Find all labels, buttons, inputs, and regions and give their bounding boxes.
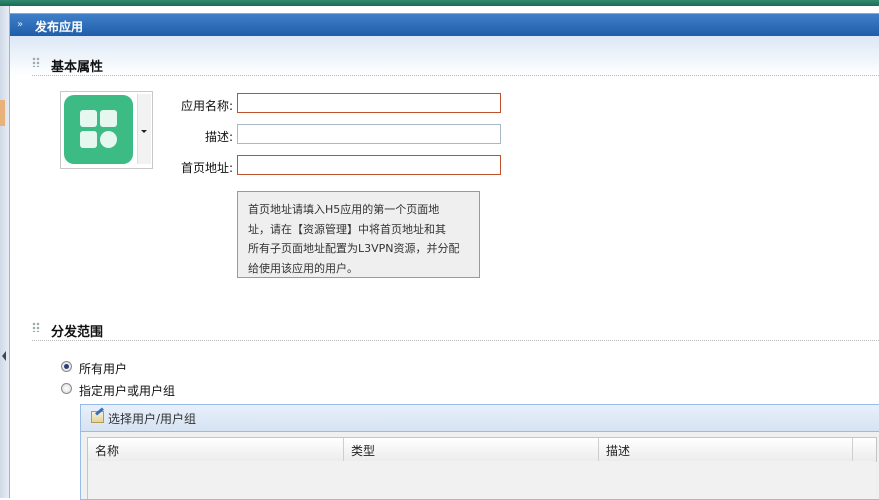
column-header-name[interactable]: 名称 <box>88 438 344 461</box>
home-url-tip: 首页地址请填入H5应用的第一个页面地 址，请在【资源管理】中将首页地址和其 所有… <box>237 191 480 278</box>
icon-square <box>80 131 97 148</box>
caret-down-icon <box>141 130 147 133</box>
tip-line: 首页地址请填入H5应用的第一个页面地 <box>248 203 440 216</box>
description-label: 描述: <box>204 130 233 144</box>
apps-grid-icon <box>64 95 133 164</box>
icon-square <box>100 110 117 127</box>
section-distribution-title: 分发范围 <box>51 325 104 340</box>
icon-square <box>80 110 97 127</box>
section-grip-icon <box>32 322 40 332</box>
column-header-description[interactable]: 描述 <box>599 438 853 461</box>
description-input[interactable] <box>237 124 501 144</box>
grid-toolbar: 选择用户/用户组 <box>81 405 879 432</box>
panel-title: 发布应用 <box>35 20 84 34</box>
top-strip <box>0 0 879 6</box>
user-grid: 选择用户/用户组 名称 类型 描述 <box>80 404 879 500</box>
panel-header: » 发布应用 <box>10 13 879 37</box>
radio-label: 所有用户 <box>79 362 128 376</box>
radio-button-selected[interactable] <box>61 361 72 372</box>
home-url-input[interactable] <box>237 155 501 175</box>
select-users-label: 选择用户/用户组 <box>108 412 197 426</box>
radio-label: 指定用户或用户组 <box>79 384 176 398</box>
left-collapse-bar[interactable] <box>0 6 10 498</box>
home-url-label: 首页地址: <box>180 161 233 175</box>
icon-circle <box>100 131 117 148</box>
section-distribution: 分发范围 <box>32 320 879 341</box>
left-tab-marker <box>0 100 5 126</box>
grid-header: 名称 类型 描述 <box>87 437 877 462</box>
double-chevron-icon: » <box>17 19 23 30</box>
column-header-type[interactable]: 类型 <box>344 438 599 461</box>
section-grip-icon <box>32 57 40 67</box>
edit-icon <box>91 411 104 423</box>
grid-body <box>87 461 876 499</box>
tip-line: 所有子页面地址配置为L3VPN资源，并分配 <box>248 242 460 255</box>
section-basic-title: 基本属性 <box>51 60 104 75</box>
section-basic: 基本属性 <box>32 55 879 76</box>
radio-button[interactable] <box>61 383 72 394</box>
app-name-input[interactable] <box>237 93 501 113</box>
app-name-label: 应用名称: <box>180 99 233 113</box>
tip-line: 给使用该应用的用户。 <box>248 261 358 275</box>
collapse-arrow-icon[interactable] <box>2 351 6 361</box>
icon-dropdown-button[interactable] <box>137 94 151 164</box>
app-icon-picker[interactable] <box>60 91 153 169</box>
tip-line: 址，请在【资源管理】中将首页地址和其 <box>248 222 446 236</box>
